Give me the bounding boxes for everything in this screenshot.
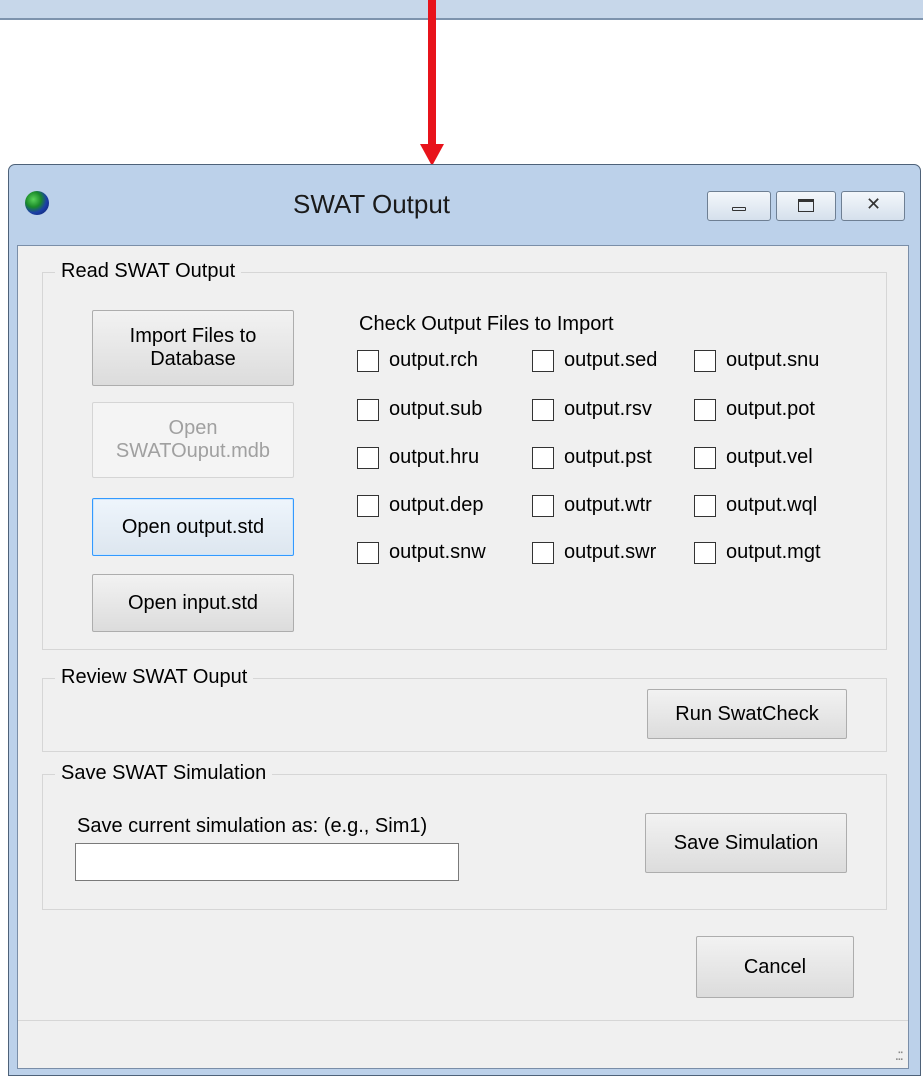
checkbox-output-hru[interactable]: output.hru (357, 446, 479, 469)
checkbox-output-wql[interactable]: output.wql (694, 494, 817, 517)
checkbox-label: output.mgt (726, 541, 821, 563)
minimize-button[interactable] (707, 191, 771, 221)
read-swat-output-group: Read SWAT Output Import Files to Databas… (42, 260, 887, 650)
checkbox-label: output.snw (389, 541, 486, 563)
review-group-legend: Review SWAT Ouput (55, 666, 254, 689)
checkbox-label: output.hru (389, 446, 480, 468)
checkbox-box[interactable] (532, 446, 554, 469)
open-output-std-button[interactable]: Open output.std (92, 498, 294, 556)
globe-icon (25, 191, 49, 215)
status-bar: .:: (18, 1020, 908, 1069)
simulation-name-input[interactable] (75, 843, 459, 881)
cancel-button[interactable]: Cancel (696, 936, 854, 998)
checkbox-output-rch[interactable]: output.rch (357, 349, 478, 372)
window-title: SWAT Output (293, 189, 451, 219)
maximize-button[interactable] (776, 191, 836, 221)
resize-grip-icon[interactable]: .:: (895, 1047, 904, 1065)
checkbox-box[interactable] (357, 349, 379, 372)
background-window-edge (0, 0, 923, 20)
checkbox-output-pst[interactable]: output.pst (532, 446, 652, 469)
checkbox-box[interactable] (357, 494, 379, 517)
save-group-legend: Save SWAT Simulation (55, 762, 273, 785)
open-mdb-button[interactable]: Open SWATOuput.mdb (92, 402, 294, 478)
save-swat-simulation-group: Save SWAT Simulation Save current simula… (42, 762, 887, 910)
dialog-client-area: Read SWAT Output Import Files to Databas… (17, 245, 909, 1069)
save-simulation-button[interactable]: Save Simulation (645, 813, 847, 873)
save-prompt-label: Save current simulation as: (e.g., Sim1) (77, 815, 428, 837)
checkbox-label: output.sub (389, 398, 483, 420)
checkbox-label: output.swr (564, 541, 657, 563)
title-bar[interactable]: SWAT Output ✕ (9, 165, 920, 245)
checkbox-output-vel[interactable]: output.vel (694, 446, 813, 469)
checkbox-label: output.snu (726, 349, 820, 371)
checkbox-output-sed[interactable]: output.sed (532, 349, 657, 372)
checkbox-box[interactable] (357, 541, 379, 564)
checkbox-box[interactable] (694, 494, 716, 517)
checkbox-box[interactable] (357, 446, 379, 469)
checkbox-label: output.rch (389, 349, 478, 371)
checkbox-output-snw[interactable]: output.snw (357, 541, 486, 564)
checkbox-output-swr[interactable]: output.swr (532, 541, 656, 564)
read-group-legend: Read SWAT Output (55, 260, 242, 283)
checkbox-label: output.rsv (564, 398, 652, 420)
import-files-button[interactable]: Import Files to Database (92, 310, 294, 386)
checkbox-label: output.vel (726, 446, 813, 468)
red-arrow-shaft (428, 0, 436, 146)
maximize-icon (798, 199, 814, 212)
checkbox-output-wtr[interactable]: output.wtr (532, 494, 652, 517)
checkbox-box[interactable] (357, 398, 379, 421)
checkbox-output-mgt[interactable]: output.mgt (694, 541, 821, 564)
checkbox-box[interactable] (532, 398, 554, 421)
checkbox-label: output.dep (389, 494, 484, 516)
red-arrow-head (420, 144, 444, 166)
checkbox-label: output.wql (726, 494, 818, 516)
checkbox-label: output.sed (564, 349, 658, 371)
checkbox-label: output.wtr (564, 494, 652, 516)
close-button[interactable]: ✕ (841, 191, 905, 221)
checkbox-label: output.pst (564, 446, 652, 468)
checkbox-output-sub[interactable]: output.sub (357, 398, 482, 421)
review-swat-output-group: Review SWAT Ouput Run SwatCheck (42, 666, 887, 752)
checkbox-box[interactable] (694, 398, 716, 421)
checkbox-box[interactable] (694, 349, 716, 372)
minimize-icon (732, 207, 746, 211)
swat-output-window: SWAT Output ✕ Read SWAT Output Import Fi… (8, 164, 921, 1076)
close-icon: ✕ (866, 194, 882, 214)
open-input-std-button[interactable]: Open input.std (92, 574, 294, 632)
checkbox-output-rsv[interactable]: output.rsv (532, 398, 652, 421)
checkbox-label: output.pot (726, 398, 815, 420)
checkbox-box[interactable] (694, 541, 716, 564)
checkbox-box[interactable] (532, 349, 554, 372)
checkbox-output-snu[interactable]: output.snu (694, 349, 819, 372)
checkbox-box[interactable] (532, 494, 554, 517)
check-files-label: Check Output Files to Import (359, 313, 614, 335)
checkbox-output-dep[interactable]: output.dep (357, 494, 484, 517)
checkbox-output-pot[interactable]: output.pot (694, 398, 815, 421)
checkbox-box[interactable] (532, 541, 554, 564)
checkbox-box[interactable] (694, 446, 716, 469)
run-swatcheck-button[interactable]: Run SwatCheck (647, 689, 847, 739)
